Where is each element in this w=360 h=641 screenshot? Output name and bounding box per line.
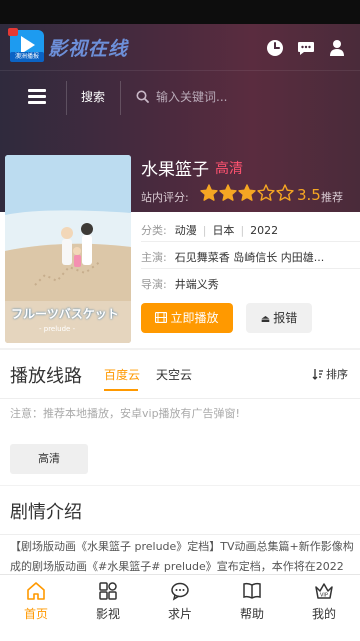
- book-icon: [243, 582, 261, 599]
- source-tab-baiduyun[interactable]: 百度云: [104, 366, 140, 383]
- tab-home[interactable]: 首页: [0, 575, 72, 641]
- director-label: 导演:: [141, 278, 167, 291]
- row-divider: [141, 268, 360, 269]
- status-bar: [0, 0, 360, 24]
- comment-icon[interactable]: [296, 38, 316, 58]
- divider: [0, 398, 360, 399]
- active-tab-indicator: [104, 389, 138, 391]
- report-button[interactable]: ⏏ 报错: [246, 303, 312, 333]
- synopsis-heading: 剧情介绍: [10, 502, 82, 523]
- row-divider: [141, 241, 360, 242]
- play-now-button[interactable]: 立即播放: [141, 303, 233, 333]
- poster-subtitle: - prelude -: [39, 325, 76, 333]
- divider: [120, 81, 121, 115]
- search-label[interactable]: 搜索: [81, 88, 105, 105]
- tab-label: 我的: [311, 607, 336, 621]
- notice-text: 注意：推荐本地播放，安卓vip播放有广告弹窗!: [10, 407, 240, 420]
- tab-label: 帮助: [239, 607, 264, 621]
- tab-mine[interactable]: VIP 我的: [288, 575, 360, 641]
- rating-label: 站内评分:: [141, 191, 189, 204]
- brand-title: 影视在线: [48, 38, 129, 60]
- synopsis-text: 【剧场版动画《水果篮子 prelude》定档】TV动画总集篇+新作影像构成的剧场…: [10, 540, 354, 573]
- quality-badge: 高清: [215, 161, 243, 177]
- sort-icon: [312, 369, 323, 380]
- episode-button[interactable]: 高清: [10, 444, 88, 474]
- divider: [66, 81, 67, 115]
- sort-label: 排序: [326, 368, 348, 381]
- movie-title: 水果篮子: [141, 160, 209, 180]
- tab-help[interactable]: 帮助: [216, 575, 288, 641]
- sort-button[interactable]: 排序: [312, 366, 348, 382]
- star-empty-icon: [276, 184, 294, 201]
- user-icon[interactable]: [327, 38, 347, 58]
- recommend-link[interactable]: 推荐: [321, 189, 343, 205]
- play-now-label: 立即播放: [170, 311, 219, 325]
- report-label: 报错: [273, 311, 298, 325]
- tab-movies[interactable]: 影视: [72, 575, 144, 641]
- source-tab-tiankongyun[interactable]: 天空云: [156, 366, 192, 383]
- film-icon: [155, 311, 168, 324]
- tab-label: 首页: [23, 607, 48, 621]
- logo-caption: 澳洲播报: [10, 52, 44, 62]
- star-filled-icon: [219, 184, 237, 201]
- eject-icon: ⏏: [260, 314, 271, 325]
- poster-title: フルーツバスケット: [11, 307, 119, 321]
- svg-text:VIP: VIP: [320, 593, 328, 599]
- director-value: 井端义秀: [174, 278, 219, 291]
- vip-icon: VIP: [315, 583, 333, 599]
- category-row: 分类: 动漫 | 日本 | 2022: [141, 224, 279, 237]
- star-empty-icon: [257, 184, 275, 201]
- rating-stars: [200, 184, 295, 204]
- search-input[interactable]: [154, 86, 348, 108]
- sources-heading: 播放线路: [10, 366, 82, 387]
- cast-value: 石见舞菜香 岛崎信长 内田雄...: [174, 251, 325, 264]
- divider: [0, 534, 360, 535]
- cast-label: 主演:: [141, 251, 167, 264]
- search-bar: 搜索: [0, 70, 360, 123]
- grid-icon: [99, 582, 117, 600]
- synopsis-card: 剧情介绍 【剧场版动画《水果篮子 prelude》定档】TV动画总集篇+新作影像…: [0, 486, 360, 581]
- top-bar: 澳洲播报 影视在线: [0, 24, 360, 70]
- search-icon[interactable]: [136, 90, 149, 103]
- rating-value: 3.5: [297, 186, 321, 204]
- home-icon: [27, 582, 45, 600]
- history-icon[interactable]: [265, 38, 285, 58]
- region-value[interactable]: 日本: [212, 224, 234, 237]
- year-value[interactable]: 2022: [250, 224, 278, 237]
- tab-request[interactable]: 求片: [144, 575, 216, 641]
- cast-row: 主演: 石见舞菜香 岛崎信长 内田雄...: [141, 249, 337, 265]
- star-filled-icon: [238, 184, 256, 201]
- movie-poster[interactable]: フルーツバスケット - prelude -: [5, 155, 131, 343]
- play-sources-card: 播放线路 百度云 天空云 排序 注意：推荐本地播放，安卓vip播放有广告弹窗! …: [0, 350, 360, 485]
- category-value[interactable]: 动漫: [175, 224, 197, 237]
- tab-label: 影视: [95, 607, 120, 621]
- tab-label: 求片: [167, 607, 192, 621]
- logo-badge: [8, 28, 18, 36]
- bottom-tab-bar: 首页 影视 求片 帮助 VIP 我的: [0, 574, 360, 641]
- menu-icon[interactable]: [28, 89, 46, 105]
- chat-icon: [171, 582, 189, 601]
- category-label: 分类:: [141, 224, 167, 237]
- director-row: 导演: 井端义秀: [141, 276, 337, 292]
- star-filled-icon: [200, 184, 218, 201]
